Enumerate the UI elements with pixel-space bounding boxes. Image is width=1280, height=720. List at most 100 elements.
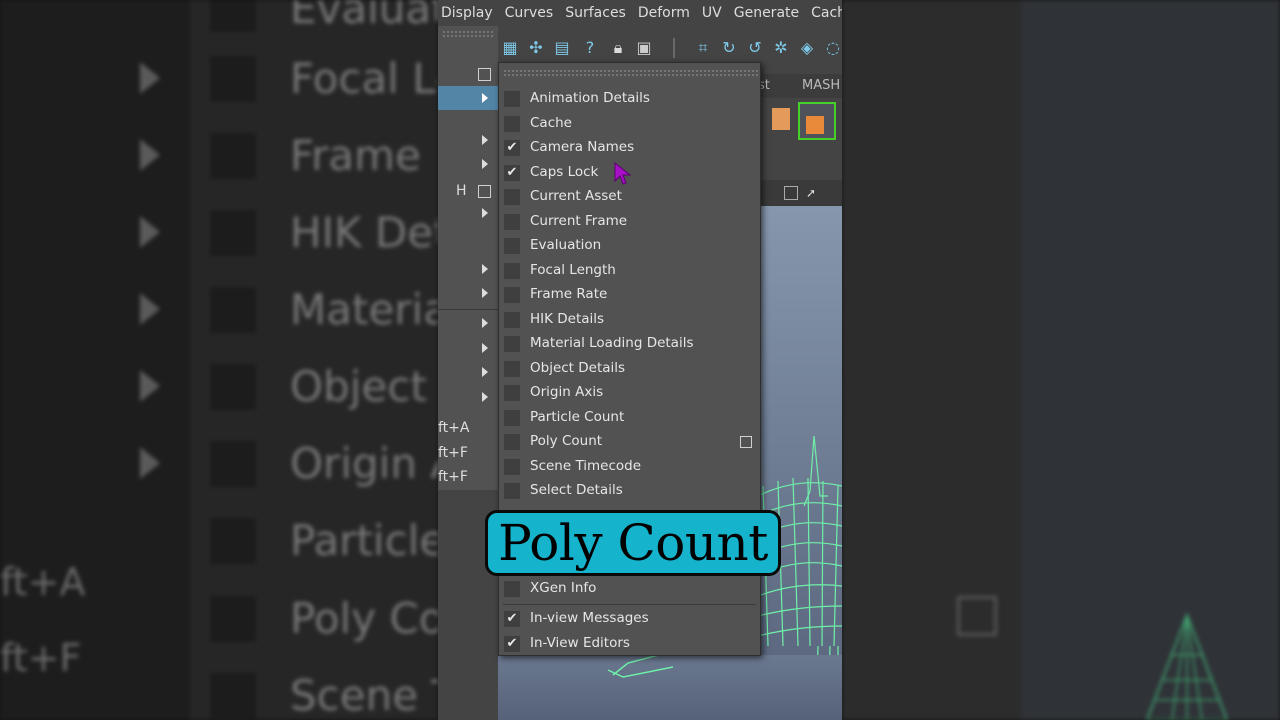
menu-item-xgen-info[interactable]: XGen Info (499, 577, 760, 601)
snap-grid-icon[interactable]: ⌗ (693, 38, 713, 58)
shelf-tool-orange-icon[interactable] (772, 108, 790, 130)
submenu-tearoff[interactable] (503, 69, 758, 77)
checkbox-icon[interactable] (504, 483, 520, 499)
checkbox-icon[interactable] (504, 312, 520, 328)
select-components-icon[interactable]: ✣ (526, 38, 546, 58)
help-icon[interactable]: ? (580, 38, 600, 58)
checkbox-icon[interactable] (504, 263, 520, 279)
submenu-arrow-icon[interactable] (482, 392, 488, 402)
shortcut-label: ft+A (438, 420, 470, 436)
menu-item-evaluation[interactable]: Evaluation (499, 234, 760, 258)
parent-tearoff[interactable] (442, 30, 494, 38)
bg-box (210, 133, 256, 179)
checkbox-icon[interactable] (504, 238, 520, 254)
camera-icon[interactable] (784, 186, 798, 200)
lock-icon[interactable]: 🔒︎ (608, 38, 628, 58)
main-menubar: Display Curves Surfaces Deform UV Genera… (438, 0, 842, 26)
menu-item-label: Current Asset (530, 188, 622, 204)
bg-box (210, 0, 256, 32)
checkbox-icon[interactable] (504, 361, 520, 377)
display-menu-dropdown: H ft+A ft+F ft+F (438, 26, 498, 490)
checkbox-icon[interactable] (504, 581, 520, 597)
menu-curves[interactable]: Curves (502, 0, 563, 26)
selection-mask-icon[interactable]: ▣ (634, 38, 654, 58)
checkbox-icon[interactable] (504, 91, 520, 107)
select-misc-icon[interactable]: ▤ (552, 38, 572, 58)
menu-item-origin-axis[interactable]: Origin Axis (499, 381, 760, 405)
checkbox-icon[interactable] (504, 385, 520, 401)
menu-item-label: Caps Lock (530, 164, 599, 180)
option-box-icon[interactable] (478, 185, 491, 198)
snap-point-icon[interactable]: ↺ (745, 38, 765, 58)
snap-view-icon[interactable]: ✲ (771, 38, 791, 58)
option-box-icon[interactable] (740, 436, 752, 448)
submenu-arrow-icon[interactable] (482, 318, 488, 328)
snap-curve-icon[interactable]: ↻ (719, 38, 739, 58)
menu-item-frame-rate[interactable]: Frame Rate (499, 283, 760, 307)
menu-item-in-view-editors[interactable]: ✔ In-View Editors (499, 632, 760, 656)
menu-item-material-loading-details[interactable]: Material Loading Details (499, 332, 760, 356)
shortcut-label: ft+F (438, 445, 468, 461)
menu-item-poly-count[interactable]: Poly Count (499, 430, 760, 454)
submenu-arrow-icon[interactable] (482, 135, 488, 145)
checkbox-icon[interactable] (504, 287, 520, 303)
menu-item-hik-details[interactable]: HIK Details (499, 308, 760, 332)
menu-item-scene-timecode[interactable]: Scene Timecode (499, 455, 760, 479)
menu-deform[interactable]: Deform (635, 0, 699, 26)
submenu-arrow-icon[interactable] (482, 343, 488, 353)
submenu-arrow-icon[interactable] (482, 367, 488, 377)
menu-surfaces[interactable]: Surfaces (562, 0, 635, 26)
checkbox-icon[interactable] (504, 189, 520, 205)
menu-item-label: HIK Details (530, 311, 605, 327)
menu-item-camera-names[interactable]: ✔ Camera Names (499, 136, 760, 160)
checkbox-icon[interactable] (504, 410, 520, 426)
menu-item-focal-length[interactable]: Focal Length (499, 259, 760, 283)
submenu-arrow-icon[interactable] (482, 208, 488, 218)
bg-checkbox-icon (957, 596, 997, 636)
snap-surface-icon[interactable]: ◈ (797, 38, 817, 58)
menu-item-current-asset[interactable]: Current Asset (499, 185, 760, 209)
shelf-tool-mash-icon[interactable] (798, 102, 836, 140)
checkbox-icon[interactable] (504, 434, 520, 450)
bg-row: HIK Det (0, 194, 438, 272)
menu-item-animation-details[interactable]: Animation Details (499, 87, 760, 111)
select-hierarchy-icon[interactable]: ▦ (500, 38, 520, 58)
bg-box (210, 56, 256, 102)
bg-box (210, 441, 256, 487)
checkbox-icon[interactable] (504, 459, 520, 475)
shelf-tab-mash[interactable]: MASH (802, 78, 840, 93)
shortcut-label: ft+F (438, 469, 468, 485)
checkmark-icon[interactable]: ✔ (504, 140, 520, 156)
wireframe-model-icon (757, 435, 842, 720)
submenu-arrow-icon[interactable] (482, 159, 488, 169)
highlighted-menu-item[interactable] (438, 86, 498, 110)
menu-item-object-details[interactable]: Object Details (499, 357, 760, 381)
checkmark-icon[interactable]: ✔ (504, 636, 520, 652)
submenu-arrow-icon[interactable] (482, 288, 488, 298)
menu-display[interactable]: Display (438, 0, 502, 26)
bg-label: HIK Det (290, 208, 438, 257)
bg-arrow-icon (140, 139, 160, 171)
snap-vertex-icon[interactable]: ◌ (823, 38, 842, 58)
bg-box (210, 364, 256, 410)
menu-item-particle-count[interactable]: Particle Count (499, 406, 760, 430)
option-box-icon[interactable] (478, 68, 491, 81)
shelf (758, 98, 842, 148)
menu-uv[interactable]: UV (699, 0, 731, 26)
menu-generate[interactable]: Generate (731, 0, 808, 26)
bg-shortcut: ft+F (0, 636, 82, 680)
checkbox-icon[interactable] (504, 214, 520, 230)
checkmark-icon[interactable]: ✔ (504, 165, 520, 181)
checkbox-icon[interactable] (504, 116, 520, 132)
menu-item-in-view-messages[interactable]: ✔ In-view Messages (499, 607, 760, 631)
bg-arrow-icon (140, 293, 160, 325)
menu-cache[interactable]: Cach (808, 0, 842, 26)
submenu-arrow-icon[interactable] (482, 264, 488, 274)
checkbox-icon[interactable] (504, 336, 520, 352)
select-camera-icon[interactable]: ➚ (806, 186, 820, 200)
viewport[interactable] (757, 206, 842, 720)
menu-item-select-details[interactable]: Select Details (499, 479, 760, 503)
checkmark-icon[interactable]: ✔ (504, 611, 520, 627)
menu-item-current-frame[interactable]: Current Frame (499, 210, 760, 234)
menu-item-cache[interactable]: Cache (499, 112, 760, 136)
